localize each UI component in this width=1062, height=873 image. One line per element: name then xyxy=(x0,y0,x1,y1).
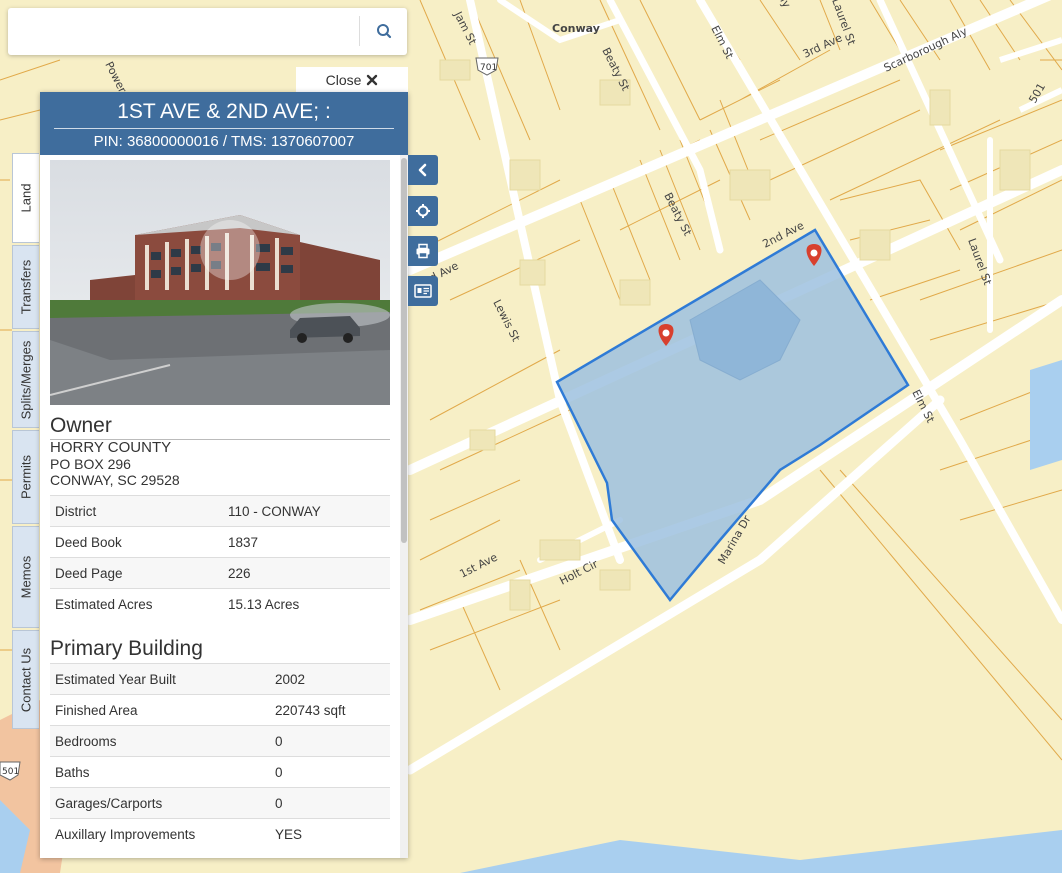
print-button[interactable] xyxy=(408,236,438,266)
chevron-left-icon xyxy=(418,163,427,177)
panel-subtitle: PIN: 36800000016 / TMS: 1370607007 xyxy=(93,133,355,150)
owner-address-line1: PO BOX 296 xyxy=(50,456,131,472)
table-row: Garages/Carports 0 xyxy=(50,787,390,819)
table-row: Estimated Acres 15.13 Acres xyxy=(50,588,390,619)
row-value: 110 - CONWAY xyxy=(223,495,390,527)
row-label: Deed Page xyxy=(50,557,223,589)
row-label: District xyxy=(50,495,223,527)
row-label: Bedrooms xyxy=(50,725,270,757)
search-bar xyxy=(8,8,407,55)
tab-label: Splits/Merges xyxy=(18,340,34,419)
header-divider xyxy=(54,128,394,129)
table-row: Deed Page 226 xyxy=(50,557,390,589)
row-value: 2002 xyxy=(270,663,390,695)
city-label: Conway xyxy=(552,22,600,35)
table-row: Estimated Year Built 2002 xyxy=(50,663,390,695)
row-label: Deed Book xyxy=(50,526,223,558)
tab-label: Contact Us xyxy=(18,647,34,712)
route-shield-701: 701 xyxy=(475,57,499,76)
primary-building-heading: Primary Building xyxy=(50,637,203,660)
table-row: Deed Book 1837 xyxy=(50,526,390,558)
panel-title: 1ST AVE & 2ND AVE; : xyxy=(117,100,331,123)
row-value: 0 xyxy=(270,756,390,788)
table-row: Baths 0 xyxy=(50,756,390,788)
row-value: 1837 xyxy=(223,526,390,558)
owner-block: HORRY COUNTY PO BOX 296 CONWAY, SC 29528 xyxy=(50,439,180,489)
tab-splits-merges[interactable]: Splits/Merges xyxy=(12,331,39,428)
row-label: Baths xyxy=(50,756,270,788)
table-row: District 110 - CONWAY xyxy=(50,495,390,527)
table-row: Bedrooms 0 xyxy=(50,725,390,757)
search-button[interactable] xyxy=(368,16,400,46)
row-label: Estimated Year Built xyxy=(50,663,270,695)
zoom-to-parcel-button[interactable] xyxy=(408,196,438,226)
panel-scrollbar-thumb[interactable] xyxy=(401,158,407,543)
tab-label: Memos xyxy=(18,555,34,599)
print-icon xyxy=(416,243,430,259)
owner-address-line2: CONWAY, SC 29528 xyxy=(50,472,180,488)
crosshair-icon xyxy=(416,204,430,218)
building-info-table: Estimated Year Built 2002 Finished Area … xyxy=(50,663,390,849)
water-pond xyxy=(1030,360,1062,470)
side-tabs: Land Transfers Splits/Merges Permits Mem… xyxy=(12,153,40,731)
row-label: Estimated Acres xyxy=(50,588,223,619)
land-info-table: District 110 - CONWAY Deed Book 1837 Dee… xyxy=(50,495,390,619)
tab-contact-us[interactable]: Contact Us xyxy=(12,630,39,729)
tab-memos[interactable]: Memos xyxy=(12,526,39,628)
svg-text:701: 701 xyxy=(480,63,497,73)
row-value: 15.13 Acres xyxy=(223,588,390,619)
close-label: Close xyxy=(325,71,362,88)
tab-permits[interactable]: Permits xyxy=(12,430,39,524)
property-photo xyxy=(50,160,390,405)
search-divider xyxy=(359,16,360,46)
tab-label: Land xyxy=(18,183,34,213)
tab-transfers[interactable]: Transfers xyxy=(12,245,39,329)
row-label: Auxillary Improvements xyxy=(50,818,270,849)
collapse-panel-button[interactable] xyxy=(408,155,438,185)
owner-name: HORRY COUNTY xyxy=(50,439,172,456)
tab-land[interactable]: Land xyxy=(12,153,39,243)
tab-label: Transfers xyxy=(18,259,34,315)
tab-label: Permits xyxy=(18,454,34,500)
id-card-icon xyxy=(414,284,432,298)
row-label: Garages/Carports xyxy=(50,787,270,819)
row-value: 0 xyxy=(270,787,390,819)
close-button[interactable]: Close xyxy=(296,67,408,92)
panel-header: 1ST AVE & 2ND AVE; : PIN: 36800000016 / … xyxy=(40,92,408,155)
search-input[interactable] xyxy=(16,18,360,46)
table-row: Auxillary Improvements YES xyxy=(50,818,390,849)
search-icon xyxy=(377,24,392,39)
owner-heading: Owner xyxy=(50,414,390,440)
property-panel: 1ST AVE & 2ND AVE; : PIN: 36800000016 / … xyxy=(40,92,408,858)
table-row: Finished Area 220743 sqft xyxy=(50,694,390,726)
row-value: YES xyxy=(270,818,390,849)
row-value: 220743 sqft xyxy=(270,694,390,726)
svg-text:501: 501 xyxy=(2,767,19,777)
close-icon xyxy=(367,74,378,85)
row-label: Finished Area xyxy=(50,694,270,726)
lewis-st-strip xyxy=(520,0,540,873)
row-value: 0 xyxy=(270,725,390,757)
property-card-button[interactable] xyxy=(408,276,438,306)
row-value: 226 xyxy=(223,557,390,589)
